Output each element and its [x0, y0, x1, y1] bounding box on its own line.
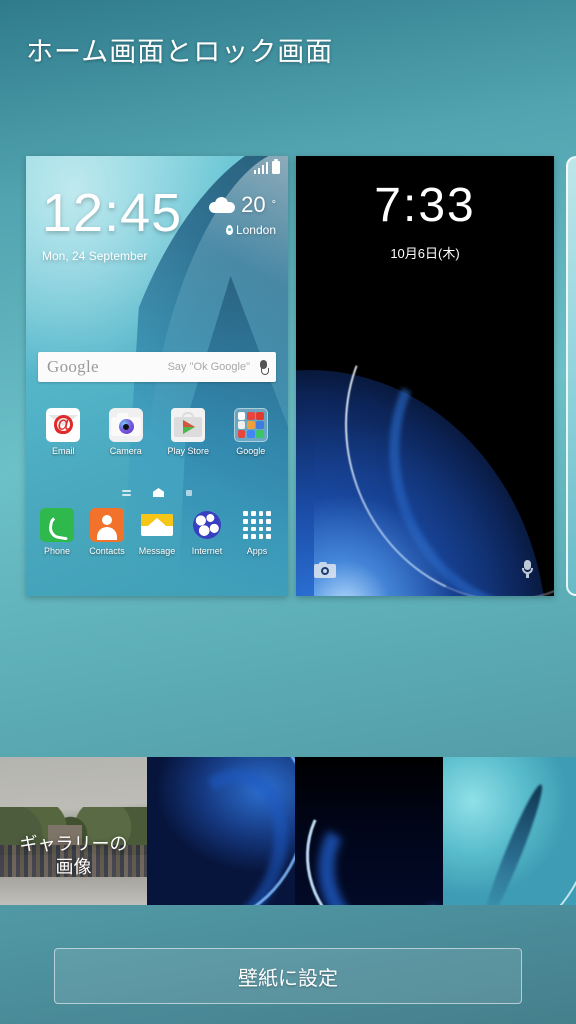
microphone-icon[interactable]: [260, 360, 269, 375]
home-weather-widget[interactable]: 20 ° London: [209, 192, 276, 237]
google-logo: Google: [47, 357, 99, 376]
weather-temperature: 20: [241, 192, 266, 217]
home-page-icon[interactable]: [153, 488, 164, 497]
battery-icon: [272, 159, 280, 174]
cloud-icon: [209, 197, 236, 213]
dock-phone[interactable]: Phone: [33, 508, 81, 556]
page-title: ホーム画面とロック画面: [26, 37, 334, 67]
dock-label: Message: [138, 546, 176, 556]
thumbnail-blue-wave[interactable]: [147, 757, 295, 905]
google-search-bar[interactable]: Google Say "Ok Google": [38, 352, 276, 382]
home-clock-time: 12:45: [42, 183, 183, 243]
app-camera[interactable]: Camera: [102, 408, 150, 456]
home-screen-preview[interactable]: 12:45 Mon, 24 September 20 ° London Googl…: [26, 156, 288, 596]
home-clock-widget[interactable]: 12:45 Mon, 24 September: [42, 186, 182, 263]
dock-label: Internet: [191, 546, 223, 556]
app-label: Google: [236, 446, 266, 456]
home-app-row: Email Camera Play Store G: [32, 408, 282, 456]
degree-symbol: °: [271, 199, 276, 211]
lock-clock-date: 10月6日(木): [390, 246, 460, 261]
lock-screen-preview[interactable]: 7:33 10月6日(木): [296, 156, 554, 596]
phone-icon: [40, 508, 74, 542]
message-icon: [140, 508, 174, 542]
thumbnail-gallery-label: ギャラリーの 画像: [19, 834, 128, 877]
list-page-icon[interactable]: [122, 489, 131, 496]
weather-top-row: 20 °: [209, 192, 276, 218]
app-google-folder[interactable]: Google: [227, 408, 275, 456]
thumbnail-teal-wave[interactable]: [443, 757, 576, 905]
thumbnail-gallery[interactable]: ギャラリーの 画像: [0, 757, 147, 905]
next-preview-card[interactable]: [566, 156, 576, 596]
dock-label: Contacts: [89, 546, 125, 556]
play-store-icon: [171, 408, 206, 442]
dock-apps[interactable]: Apps: [233, 508, 281, 556]
app-email[interactable]: Email: [39, 408, 87, 456]
lock-clock-time: 7:33: [374, 179, 476, 232]
app-label: Camera: [109, 446, 142, 456]
apps-grid-icon: [240, 508, 274, 542]
lock-clock-widget: 7:33 10月6日(木): [296, 182, 554, 262]
app-label: Play Store: [167, 446, 210, 456]
set-wallpaper-button[interactable]: 壁紙に設定: [54, 948, 522, 1004]
dock-label: Apps: [246, 546, 268, 556]
signal-bars-icon: [253, 162, 268, 174]
google-search-hint: Say "Ok Google": [167, 361, 250, 373]
wallpaper-thumbnail-strip[interactable]: ギャラリーの 画像: [0, 757, 576, 905]
email-icon: [46, 408, 81, 442]
wallpaper-preview-carousel[interactable]: 12:45 Mon, 24 September 20 ° London Googl…: [0, 156, 576, 596]
internet-icon: [190, 508, 224, 542]
microphone-shortcut-icon[interactable]: [522, 560, 533, 578]
home-page-indicators[interactable]: [26, 488, 288, 497]
dock-contacts[interactable]: Contacts: [83, 508, 131, 556]
app-label: Email: [51, 446, 75, 456]
weather-location-row: London: [209, 223, 276, 237]
dot-page-icon[interactable]: [186, 489, 192, 496]
dock-label: Phone: [43, 546, 71, 556]
app-play-store[interactable]: Play Store: [164, 408, 212, 456]
thumbnail-black-blue-wave[interactable]: [295, 757, 443, 905]
camera-shortcut-icon[interactable]: [314, 562, 336, 578]
home-clock-date: Mon, 24 September: [42, 249, 148, 263]
google-folder-icon: [233, 408, 268, 442]
dock-message[interactable]: Message: [133, 508, 181, 556]
contacts-icon: [90, 508, 124, 542]
dock-internet[interactable]: Internet: [183, 508, 231, 556]
home-dock-row: Phone Contacts Message Internet Apps: [32, 508, 282, 556]
camera-icon: [108, 408, 143, 442]
status-bar: [253, 159, 280, 174]
weather-location-text: London: [235, 223, 276, 237]
location-pin-icon: [225, 225, 233, 235]
